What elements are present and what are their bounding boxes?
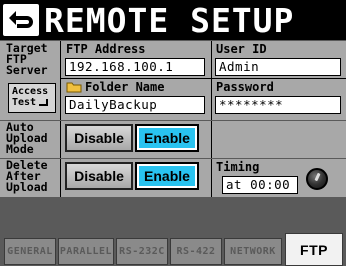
folder-name-label: Folder Name <box>85 80 165 94</box>
folder-name-field[interactable]: DailyBackup <box>65 96 205 114</box>
corner-icon <box>39 99 49 106</box>
label-line: Upload <box>6 180 48 194</box>
timing-field[interactable]: at 00:00 <box>222 176 298 194</box>
remote-setup-screen: REMOTE SETUP Target FTP Server Access Te… <box>0 0 346 266</box>
access-test-button[interactable]: Access Test <box>8 83 56 113</box>
timing-dial-icon[interactable] <box>306 168 328 190</box>
divider <box>60 121 61 158</box>
tab-rs-232c[interactable]: RS-232C <box>116 238 168 265</box>
divider <box>60 41 61 120</box>
page-title: REMOTE SETUP <box>44 1 295 40</box>
divider <box>211 159 212 197</box>
ftp-address-field[interactable]: 192.168.100.1 <box>65 58 205 76</box>
tab-parallel[interactable]: PARALLEL <box>58 238 114 265</box>
tab-ftp[interactable]: FTP <box>285 233 343 266</box>
auto-upload-mode-label: Auto Upload Mode <box>0 121 60 156</box>
password-field[interactable]: ******** <box>215 96 341 114</box>
access-test-line2: Test <box>12 97 52 108</box>
ftp-address-label: FTP Address <box>66 42 146 56</box>
return-arrow-icon <box>9 11 33 28</box>
tab-network[interactable]: NETWORK <box>224 238 282 265</box>
divider <box>211 41 212 120</box>
target-ftp-server-label: Target FTP Server <box>0 42 60 77</box>
user-id-field[interactable]: Admin <box>215 58 341 76</box>
folder-icon <box>66 82 82 93</box>
access-test-line1: Access <box>12 86 49 97</box>
password-label: Password <box>216 80 274 94</box>
timing-label: Timing <box>216 160 260 174</box>
access-test-label: Test <box>12 97 37 108</box>
divider <box>60 159 61 197</box>
auto-upload-enable-button[interactable]: Enable <box>135 124 199 152</box>
delete-after-upload-label: Delete After Upload <box>0 159 60 194</box>
user-id-label: User ID <box>216 42 267 56</box>
auto-upload-disable-button[interactable]: Disable <box>65 124 133 152</box>
tab-bar: GENERAL PARALLEL RS-232C RS-422 NETWORK … <box>0 231 346 266</box>
delete-after-enable-button[interactable]: Enable <box>135 162 199 190</box>
label-line: Mode <box>6 142 34 156</box>
title-bar: REMOTE SETUP <box>0 0 346 40</box>
tab-general[interactable]: GENERAL <box>4 238 56 265</box>
delete-after-disable-button[interactable]: Disable <box>65 162 133 190</box>
divider <box>60 78 346 79</box>
label-line: Server <box>6 63 48 77</box>
back-button[interactable] <box>3 4 39 36</box>
divider <box>211 121 212 158</box>
folder-name-label-group: Folder Name <box>66 80 164 94</box>
tab-rs-422[interactable]: RS-422 <box>170 238 222 265</box>
